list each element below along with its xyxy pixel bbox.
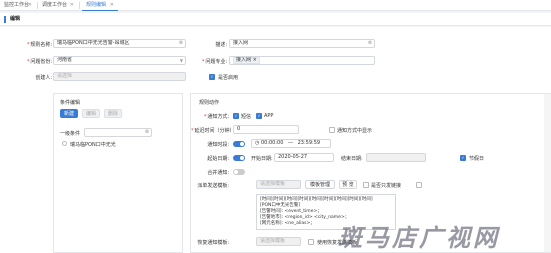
region-select[interactable]: 河南省 ▼	[53, 56, 186, 65]
tab-dispatch[interactable]: 调度工作台 ✕	[38, 0, 78, 11]
new-condition-button[interactable]: 新建	[60, 109, 78, 118]
template-select[interactable]: 请选择模板	[256, 180, 301, 189]
rule-name-value: 瑞马临PON口中无光告警-昂城区	[57, 40, 130, 46]
close-icon[interactable]: ✕	[110, 0, 114, 11]
merge-toggle[interactable]	[233, 169, 245, 175]
specialty-label: 问题专业:	[200, 58, 227, 65]
action-title: 规则动作	[199, 100, 220, 106]
specialty-select[interactable]: 接入网 ×	[229, 56, 375, 65]
description-label: 描述:	[215, 42, 227, 48]
tab-monitor[interactable]: 监控工作台 ✕	[0, 0, 36, 11]
form-container: 规则名称: 瑞马临PON口中无光告警-昂城区 ⊗ 描述: 接入网 ⊗ 问题省份:…	[0, 27, 551, 253]
creator-input[interactable]: 请选择	[53, 72, 186, 81]
template-placeholder: 请选择模板	[260, 181, 286, 187]
start-date-label: 开始日期:	[251, 156, 273, 162]
start-date-input[interactable]: 2020-05-27	[274, 153, 334, 162]
app-checkbox[interactable]: ✓	[256, 113, 262, 119]
tab-rule-edit[interactable]: 规则编辑 ✕	[82, 0, 118, 11]
condition-panel: 条件编辑 新建 编辑 删除 一级条件 ⊗ 瑞马临PON口中无光	[53, 93, 183, 253]
title-accent	[4, 16, 6, 23]
rule-name-label: 规则名称:	[20, 41, 52, 48]
delay-show-label: 通知方式中显示	[337, 128, 373, 134]
clear-icon[interactable]: ⊗	[368, 40, 372, 47]
delay-value: 0	[237, 126, 241, 132]
template-label: 派单发送模板:	[197, 183, 229, 189]
period-end: 23:59:59	[297, 140, 321, 146]
chevron-down-icon: ▼	[179, 58, 183, 63]
end-date-input[interactable]	[366, 153, 426, 162]
clear-icon[interactable]: ⊗	[179, 40, 183, 47]
close-icon[interactable]: ✕	[28, 0, 32, 11]
sms-label: 短信	[241, 114, 252, 120]
period-label: 通知时段:	[207, 142, 229, 148]
description-input[interactable]: 接入网 ⊗	[229, 39, 375, 48]
delay-show-checkbox[interactable]	[329, 127, 335, 133]
date-toggle[interactable]	[233, 155, 245, 161]
recover-select[interactable]: 请选择模板	[256, 237, 301, 246]
tab-label: 调度工作台	[42, 2, 68, 8]
period-sep: —	[288, 140, 294, 146]
delay-input[interactable]: 0	[233, 125, 299, 134]
auto-send-label: 是否只发链接	[371, 183, 402, 189]
end-date-label: 结束日期:	[341, 156, 363, 162]
scrollbar[interactable]	[544, 94, 551, 252]
tree-item-radio[interactable]	[62, 141, 67, 146]
edit-condition-button[interactable]: 编辑	[82, 109, 100, 118]
page-header: 编辑	[0, 13, 551, 26]
holiday-checkbox[interactable]: ✓	[460, 155, 466, 161]
group-label: 一级条件	[60, 131, 81, 137]
holiday-label: 节假日	[469, 156, 485, 162]
start-date-value: 2020-05-27	[278, 154, 308, 160]
chip-label: 接入网	[236, 57, 252, 63]
region-label: 问题省份:	[20, 58, 52, 65]
tree-item-label[interactable]: 瑞马临PON口中无光	[70, 141, 116, 148]
condition-title: 条件编辑	[60, 100, 81, 106]
notify-label: 通知方式:	[201, 113, 229, 120]
recover-placeholder: 请选择模板	[260, 238, 286, 244]
sms-checkbox[interactable]: ✓	[233, 113, 239, 119]
extra-checkbox[interactable]	[416, 182, 422, 188]
delay-label: 延迟时间（分钟）:	[191, 127, 237, 134]
condition-search-input[interactable]: ⊗	[84, 128, 152, 137]
page-title: 编辑	[10, 16, 21, 22]
date-label: 起始日期:	[207, 156, 229, 162]
tab-label: 规则编辑	[86, 2, 107, 8]
app-label: APP	[264, 113, 274, 119]
period-start: 00:00:00	[260, 140, 284, 146]
clear-icon[interactable]: ⊗	[145, 129, 149, 136]
merge-label: 合并通知:	[207, 170, 229, 176]
creator-placeholder: 请选择	[57, 73, 73, 79]
tab-bar: 监控工作台 ✕ 调度工作台 ✕ 规则编辑 ✕	[0, 0, 551, 11]
creator-label: 创建人:	[35, 75, 52, 81]
recover-label: 恢复通知模板:	[197, 240, 229, 246]
close-icon[interactable]: ✕	[70, 0, 74, 11]
enabled-label: 是否启用	[218, 75, 239, 81]
chip-close-icon[interactable]: ×	[253, 57, 257, 63]
preview-button[interactable]: 预 览	[339, 180, 357, 189]
period-range-input[interactable]: ◷ 00:00:00 — 23:59:59	[251, 139, 331, 148]
tab-divider	[79, 2, 80, 9]
rule-name-input[interactable]: 瑞马临PON口中无光告警-昂城区 ⊗	[53, 39, 186, 48]
auto-send-checkbox[interactable]	[363, 182, 369, 188]
template-manage-button[interactable]: 模板管理	[305, 180, 335, 189]
period-toggle[interactable]	[233, 141, 245, 147]
enabled-checkbox[interactable]: ✓	[209, 74, 215, 80]
watermark-text: 斑马店广视网	[338, 223, 500, 252]
delete-condition-button[interactable]: 删除	[104, 109, 122, 118]
tab-label: 监控工作台	[4, 2, 30, 8]
recover-checkbox[interactable]	[308, 239, 314, 245]
specialty-chip: 接入网 ×	[233, 57, 260, 64]
region-value: 河南省	[57, 57, 73, 63]
description-value: 接入网	[233, 40, 249, 46]
